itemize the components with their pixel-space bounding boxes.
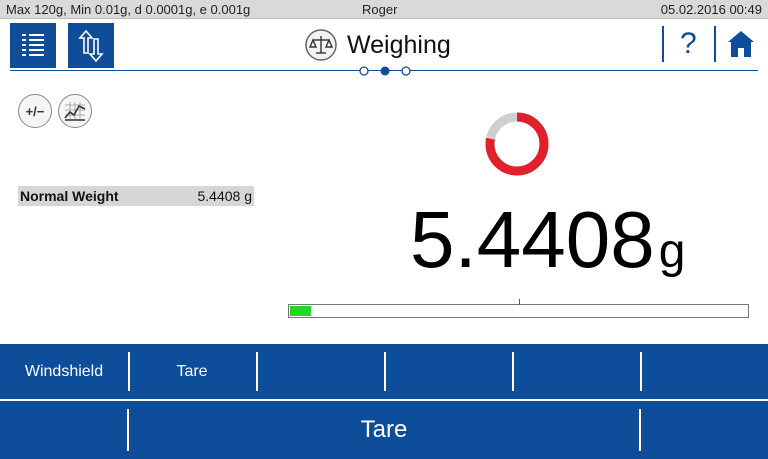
- statistics-button[interactable]: [58, 94, 92, 128]
- header: Weighing ?: [0, 20, 768, 78]
- balance-scale-icon: [305, 29, 337, 61]
- page-title: Weighing: [305, 28, 451, 62]
- home-icon: [728, 31, 754, 57]
- main-key-right[interactable]: [641, 401, 768, 459]
- menu-button[interactable]: [10, 23, 56, 68]
- main-key-left[interactable]: [0, 401, 127, 459]
- capacity-bar: [288, 299, 749, 318]
- page-indicator: [359, 66, 411, 76]
- softkey-row: Windshield Tare: [0, 344, 768, 399]
- user-name: Roger: [362, 2, 398, 17]
- softkey-4[interactable]: [384, 344, 512, 399]
- balance-capacity-text: Max 120g, Min 0.01g, d 0.0001g, e 0.001g: [6, 2, 251, 17]
- tare-main-button[interactable]: Tare: [127, 401, 641, 459]
- softkey-3[interactable]: [256, 344, 384, 399]
- softkey-6[interactable]: [640, 344, 768, 399]
- list-icon: [22, 33, 44, 56]
- up-down-button[interactable]: [68, 23, 114, 68]
- status-bar: Max 120g, Min 0.01g, d 0.0001g, e 0.001g…: [0, 0, 768, 19]
- softkey-5[interactable]: [512, 344, 640, 399]
- capacity-bar-midpoint: [518, 299, 520, 305]
- sign-toggle-button[interactable]: +/−: [18, 94, 52, 128]
- page-dot-3[interactable]: [401, 66, 411, 76]
- info-field-label: Normal Weight: [20, 188, 119, 204]
- up-down-arrows-icon: [78, 29, 104, 62]
- capacity-bar-fill: [290, 306, 311, 316]
- softkey-1[interactable]: Windshield: [0, 344, 128, 399]
- weight-unit: g: [658, 225, 686, 278]
- weight-value: 5.4408: [410, 195, 655, 284]
- page-dot-1[interactable]: [359, 66, 369, 76]
- plus-minus-icon: +/−: [25, 103, 45, 119]
- info-field-normal-weight: Normal Weight 5.4408 g: [18, 186, 254, 206]
- help-button[interactable]: ?: [662, 26, 697, 62]
- page-title-text: Weighing: [347, 30, 451, 59]
- home-button[interactable]: [714, 26, 756, 62]
- softkey-2[interactable]: Tare: [128, 344, 256, 399]
- date-time: 05.02.2016 00:49: [660, 2, 762, 17]
- statistics-icon: [64, 102, 86, 121]
- stability-indicator: [485, 112, 549, 176]
- page-dot-2[interactable]: [380, 66, 390, 76]
- info-field-value: 5.4408 g: [197, 188, 253, 204]
- help-icon: ?: [680, 27, 697, 60]
- weight-display: 5.4408 g: [410, 190, 685, 290]
- main-key-row: Tare: [0, 401, 768, 459]
